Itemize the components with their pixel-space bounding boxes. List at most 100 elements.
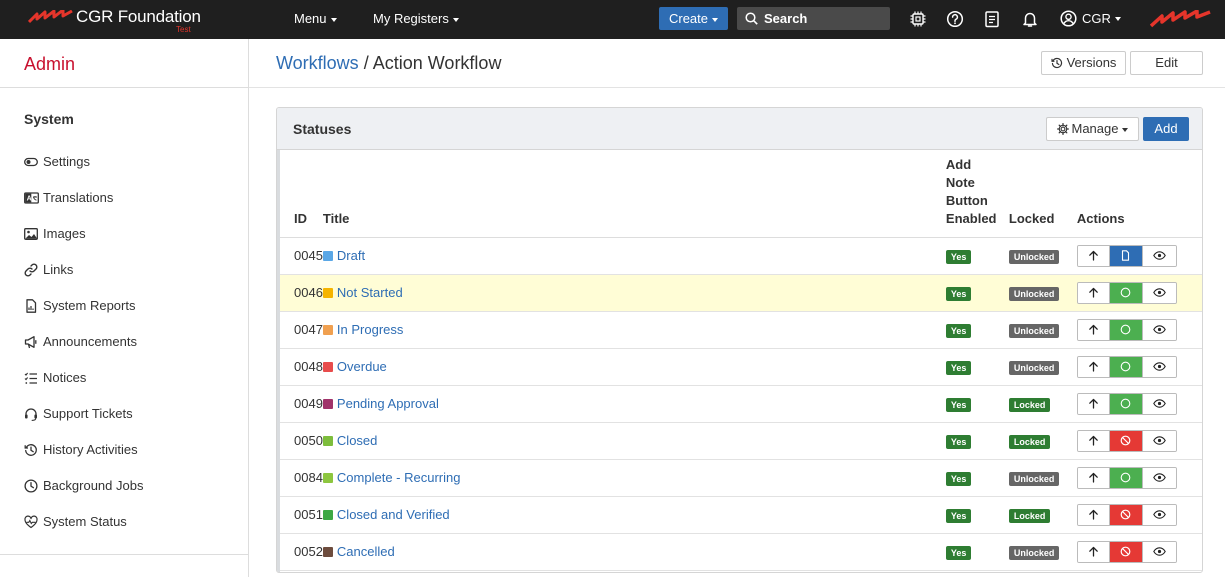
- status-color-swatch: [322, 325, 333, 335]
- divider: [249, 87, 1225, 88]
- status-title-link[interactable]: In Progress: [337, 322, 403, 337]
- not-applicable-button[interactable]: [1109, 430, 1143, 451]
- table-row: 0052 Cancelled Yes Unlocked: [280, 533, 1202, 571]
- move-up-button[interactable]: [1077, 319, 1110, 340]
- circle-icon: [1121, 398, 1131, 409]
- menu-dropdown[interactable]: Menu: [294, 11, 337, 26]
- not-applicable-button[interactable]: [1109, 504, 1143, 525]
- cell-title: Cancelled: [322, 533, 946, 571]
- create-label: Create: [668, 11, 709, 26]
- status-state-button[interactable]: [1109, 467, 1143, 488]
- column-header-line: Add: [945, 156, 972, 172]
- svg-text:A: A: [27, 196, 32, 203]
- status-state-button[interactable]: [1109, 319, 1143, 340]
- column-header-actions: Actions: [1076, 150, 1202, 238]
- sidebar-item-label: Announcements: [43, 334, 137, 349]
- breadcrumb-workflows-link[interactable]: Workflows: [276, 53, 359, 73]
- view-button[interactable]: [1142, 467, 1176, 488]
- link-icon: [24, 263, 38, 277]
- column-header-id[interactable]: ID: [280, 150, 323, 238]
- sidebar-item-label: Background Jobs: [43, 478, 144, 493]
- eye-icon: [1153, 288, 1166, 297]
- view-button[interactable]: [1142, 319, 1176, 340]
- cell-id: 0047: [280, 311, 323, 349]
- chip-icon[interactable]: [909, 10, 927, 28]
- arrow-up-icon: [1089, 398, 1098, 409]
- create-button[interactable]: Create: [659, 7, 728, 30]
- not-applicable-button[interactable]: [1109, 541, 1143, 562]
- arrow-up-icon: [1089, 361, 1098, 372]
- action-button-group: [1076, 244, 1177, 267]
- status-title-link[interactable]: Complete - Recurring: [337, 470, 461, 485]
- status-state-button[interactable]: [1109, 393, 1143, 414]
- status-title-link[interactable]: Draft: [337, 248, 365, 263]
- status-color-swatch: [322, 251, 333, 261]
- my-registers-dropdown[interactable]: My Registers: [373, 11, 459, 26]
- move-up-button[interactable]: [1077, 245, 1110, 266]
- view-button[interactable]: [1142, 430, 1176, 451]
- move-up-button[interactable]: [1077, 430, 1110, 451]
- sidebar-item-label: Links: [43, 262, 74, 277]
- status-title-link[interactable]: Cancelled: [337, 544, 395, 559]
- cell-locked: Unlocked: [1008, 274, 1077, 312]
- move-up-button[interactable]: [1077, 541, 1110, 562]
- clipboard-icon[interactable]: [983, 10, 1001, 28]
- table-row: 0050 Closed Yes Locked: [280, 422, 1202, 460]
- brand-name: CGR Foundation: [76, 7, 201, 26]
- view-button[interactable]: [1142, 356, 1176, 377]
- status-state-button[interactable]: [1109, 356, 1143, 377]
- view-button[interactable]: [1142, 393, 1176, 414]
- status-title-link[interactable]: Pending Approval: [337, 396, 439, 411]
- cell-id: 0048: [280, 348, 323, 386]
- lock-status-badge: Locked: [1008, 508, 1051, 523]
- status-color-swatch: [322, 436, 333, 446]
- column-header-add-note-button-enabled[interactable]: Add Note Button Enabled: [945, 150, 1009, 238]
- cell-add-note-enabled: Yes: [945, 311, 1009, 349]
- arrow-up-icon: [1089, 546, 1098, 557]
- cell-actions: [1076, 274, 1202, 312]
- cell-add-note-enabled: Yes: [945, 348, 1009, 386]
- user-label: CGR: [1082, 11, 1111, 27]
- cell-actions: [1076, 459, 1202, 497]
- panel-title: Statuses: [293, 121, 352, 137]
- column-header-title[interactable]: Title: [322, 150, 946, 238]
- view-button[interactable]: [1142, 541, 1176, 562]
- status-state-button[interactable]: [1109, 282, 1143, 303]
- move-up-button[interactable]: [1077, 504, 1110, 525]
- cell-title: In Progress: [322, 311, 946, 349]
- move-up-button[interactable]: [1077, 393, 1110, 414]
- versions-button[interactable]: Versions: [1041, 51, 1126, 75]
- move-up-button[interactable]: [1077, 282, 1110, 303]
- manage-dropdown-button[interactable]: Manage: [1046, 117, 1139, 141]
- add-button[interactable]: Add: [1143, 117, 1189, 141]
- lock-status-badge: Unlocked: [1008, 323, 1060, 338]
- view-button[interactable]: [1142, 282, 1176, 303]
- cell-locked: Unlocked: [1008, 533, 1077, 571]
- view-button[interactable]: [1142, 504, 1176, 525]
- bell-icon[interactable]: [1021, 10, 1039, 28]
- move-up-button[interactable]: [1077, 467, 1110, 488]
- help-icon[interactable]: [946, 10, 964, 28]
- view-document-button[interactable]: [1109, 245, 1143, 266]
- table-row: 0045 Draft Yes Unlocked: [280, 237, 1202, 275]
- view-button[interactable]: [1142, 245, 1176, 266]
- action-button-group: [1076, 392, 1177, 415]
- gear-icon: [1056, 122, 1069, 135]
- history-icon: [24, 444, 37, 456]
- sidebar-section-title: System: [24, 111, 74, 127]
- status-color-swatch: [322, 473, 333, 483]
- status-title-link[interactable]: Closed: [337, 433, 377, 448]
- status-title-link[interactable]: Closed and Verified: [337, 507, 450, 522]
- status-title-link[interactable]: Not Started: [337, 285, 403, 300]
- eye-icon: [1153, 473, 1166, 482]
- user-menu[interactable]: CGR: [1060, 10, 1121, 27]
- cell-locked: Unlocked: [1008, 348, 1077, 386]
- statuses-table: ID Title Add Note Button Enabled Locked …: [280, 150, 1202, 571]
- status-title-link[interactable]: Overdue: [337, 359, 387, 374]
- move-up-button[interactable]: [1077, 356, 1110, 377]
- column-header-locked[interactable]: Locked: [1008, 150, 1077, 238]
- edit-button[interactable]: Edit: [1130, 51, 1203, 75]
- search-input[interactable]: [764, 7, 884, 30]
- table-body: 0045 Draft Yes Unlocked 0046 Not Started Yes Un…: [280, 237, 1202, 571]
- cell-locked: Locked: [1008, 496, 1077, 534]
